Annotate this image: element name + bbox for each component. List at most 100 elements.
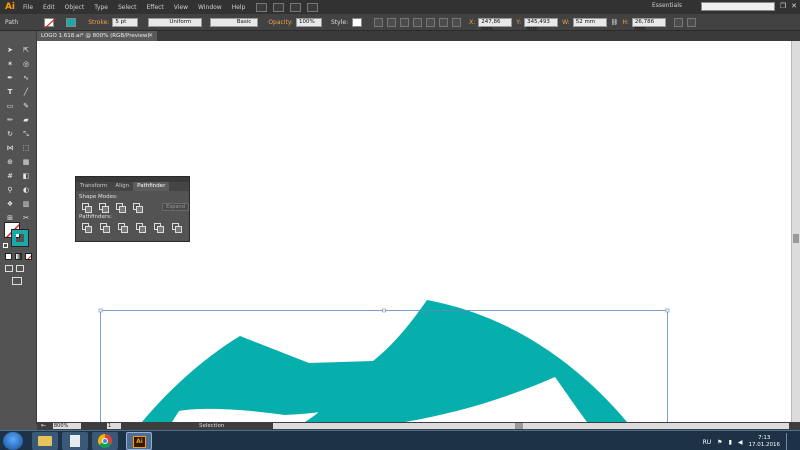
menu-view[interactable]: View <box>169 4 193 11</box>
tab-align[interactable]: Align <box>111 182 133 191</box>
eyedropper-icon[interactable]: ⚲ <box>4 185 16 195</box>
vertical-scroll-thumb[interactable] <box>793 234 799 243</box>
vertical-scrollbar[interactable] <box>791 41 800 422</box>
minus-front-icon[interactable] <box>99 203 110 213</box>
menu-type[interactable]: Type <box>89 4 113 11</box>
close-icon[interactable]: ✕ <box>791 2 797 10</box>
menu-file[interactable]: File <box>18 4 38 11</box>
eraser-icon[interactable]: ▰ <box>20 115 32 125</box>
bbox-handle-top-middle[interactable] <box>382 308 386 313</box>
width-icon[interactable]: ⋈ <box>4 143 16 153</box>
slice-icon[interactable]: ✂ <box>20 213 32 223</box>
language-indicator[interactable]: RU <box>703 439 712 446</box>
stroke-swatch[interactable] <box>66 17 77 27</box>
selection-icon[interactable]: ➤ <box>4 45 16 55</box>
align-bottom-icon[interactable] <box>452 17 462 27</box>
network-icon[interactable]: ▮ <box>729 439 732 446</box>
y-field[interactable]: 345,493 mm <box>524 17 559 32</box>
arrange-documents-icon[interactable] <box>290 2 302 12</box>
screen-mode-icon[interactable] <box>12 277 22 285</box>
rotate-icon[interactable]: ↻ <box>4 129 16 139</box>
mesh-icon[interactable]: # <box>4 171 16 181</box>
blend-icon[interactable]: ◐ <box>20 185 32 195</box>
menu-edit[interactable]: Edit <box>38 4 60 11</box>
gradient-icon[interactable]: ◧ <box>20 171 32 181</box>
drawing-modes-icon[interactable] <box>5 265 13 272</box>
stock-icon[interactable] <box>273 2 285 12</box>
volume-icon[interactable]: ◀ <box>738 439 743 446</box>
menu-effect[interactable]: Effect <box>142 4 169 11</box>
minus-back-icon[interactable] <box>172 223 182 233</box>
line-icon[interactable]: ╱ <box>20 87 32 97</box>
stroke-weight-field[interactable]: 5 pt <box>112 17 139 27</box>
show-desktop-button[interactable] <box>786 433 794 450</box>
color-mode-icon[interactable] <box>5 253 12 260</box>
artboard-nav-icon[interactable]: ⇤ <box>41 422 46 430</box>
symbol-sprayer-icon[interactable]: ❖ <box>4 199 16 209</box>
y-label[interactable]: Y: <box>516 19 521 26</box>
column-graph-icon[interactable]: ▥ <box>20 199 32 209</box>
align-center-icon[interactable] <box>400 17 410 27</box>
stroke-color-swatch[interactable] <box>11 229 29 247</box>
logo-artwork[interactable] <box>142 300 627 422</box>
status-text[interactable]: Selection <box>199 422 224 430</box>
divide-icon[interactable] <box>82 223 92 233</box>
magic-wand-icon[interactable]: ✶ <box>4 59 16 69</box>
free-transform-icon[interactable]: ⬚ <box>20 143 32 153</box>
stroke-label[interactable]: Stroke: <box>88 19 109 26</box>
trim-icon[interactable] <box>100 223 110 233</box>
brush-definition[interactable]: Basic <box>210 17 259 27</box>
intersect-icon[interactable] <box>116 203 127 213</box>
notes-icon[interactable] <box>62 432 88 450</box>
menu-help[interactable]: Help <box>227 4 251 11</box>
explorer-icon[interactable] <box>32 432 58 450</box>
minimize-icon[interactable]: – <box>771 2 775 10</box>
unite-icon[interactable] <box>82 203 93 213</box>
h-field[interactable]: 26,786 mm <box>631 17 666 32</box>
help-search-input[interactable] <box>701 2 775 11</box>
document-tab[interactable]: LOGO 1.618.ai* @ 800% (RGB/Preview) ✕ <box>37 31 157 41</box>
gpu-icon[interactable] <box>307 2 319 12</box>
outline-icon[interactable] <box>154 223 164 233</box>
workspace-switcher[interactable]: Essentials <box>652 2 682 9</box>
crop-icon[interactable] <box>136 223 146 233</box>
w-field[interactable]: 52 mm <box>572 17 607 27</box>
exclude-icon[interactable] <box>133 203 144 213</box>
chrome-icon[interactable] <box>92 432 118 450</box>
bbox-handle-top-right[interactable] <box>665 308 670 313</box>
gradient-mode-icon[interactable] <box>15 253 22 260</box>
align-top-icon[interactable] <box>426 17 436 27</box>
none-mode-icon[interactable] <box>25 253 32 260</box>
direct-selection-icon[interactable]: ⇱ <box>20 45 32 55</box>
clock[interactable]: 7:13 17.01.2016 <box>749 435 781 449</box>
recolor-artwork-icon[interactable] <box>374 17 384 27</box>
opacity-label[interactable]: Opacity: <box>268 19 293 26</box>
pencil-icon[interactable]: ✏ <box>4 115 16 125</box>
perspective-icon[interactable]: ▦ <box>20 157 32 167</box>
illustrator-taskbar-icon[interactable]: Ai <box>126 432 152 450</box>
align-middle-icon[interactable] <box>439 17 449 27</box>
align-right-icon[interactable] <box>413 17 423 27</box>
artboard-number-field[interactable]: 1 <box>107 423 121 429</box>
shape-builder-icon[interactable]: ⊕ <box>4 157 16 167</box>
x-field[interactable]: 247,86 mm <box>478 17 513 32</box>
curvature-icon[interactable]: ∿ <box>20 73 32 83</box>
panel-menu-icon[interactable] <box>686 17 696 27</box>
menu-object[interactable]: Object <box>60 4 90 11</box>
expand-button[interactable]: Expand <box>162 203 189 211</box>
close-document-icon[interactable]: ✕ <box>148 31 153 41</box>
scale-icon[interactable]: ⤡ <box>20 129 32 139</box>
menu-select[interactable]: Select <box>113 4 142 11</box>
rectangle-icon[interactable]: ▭ <box>4 101 16 111</box>
pen-icon[interactable]: ✒ <box>4 73 16 83</box>
tab-transform[interactable]: Transform <box>76 182 111 191</box>
align-left-icon[interactable] <box>387 17 397 27</box>
start-button[interactable] <box>3 432 23 450</box>
draw-inside-icon[interactable] <box>16 265 24 272</box>
transform-icon[interactable] <box>673 17 683 27</box>
variable-width-profile[interactable]: Uniform <box>148 17 203 27</box>
constrain-proportions-icon[interactable]: ⛓ <box>611 19 619 26</box>
restore-icon[interactable]: ❐ <box>780 2 786 10</box>
fill-swatch[interactable] <box>44 17 56 28</box>
x-label[interactable]: X: <box>469 19 475 26</box>
